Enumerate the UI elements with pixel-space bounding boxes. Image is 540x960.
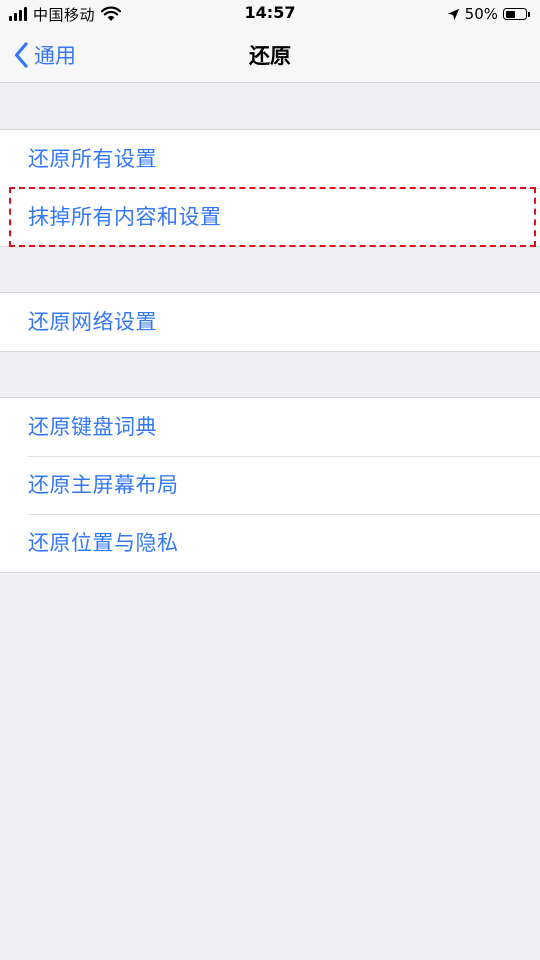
status-bar: 中国移动 14:57 50%	[0, 0, 540, 28]
reset-all-settings-cell[interactable]: 还原所有设置	[0, 130, 540, 188]
page-title: 还原	[249, 44, 291, 68]
screen: 中国移动 14:57 50% 通用 还原 还原所有设置 抹掉所有内容和设置 还原…	[0, 0, 540, 960]
battery-body	[503, 8, 527, 20]
reset-home-screen-layout-cell[interactable]: 还原主屏幕布局	[0, 456, 540, 514]
reset-group-2: 还原网络设置	[0, 292, 540, 352]
reset-network-settings-cell[interactable]: 还原网络设置	[0, 293, 540, 351]
reset-keyboard-dictionary-cell[interactable]: 还原键盘词典	[0, 398, 540, 456]
navigation-bar: 通用 还原	[0, 28, 540, 83]
reset-group-3: 还原键盘词典 还原主屏幕布局 还原位置与隐私	[0, 397, 540, 573]
status-right: 50%	[447, 4, 530, 24]
reset-keyboard-dictionary-label: 还原键盘词典	[28, 415, 157, 439]
reset-network-settings-label: 还原网络设置	[28, 310, 157, 334]
battery-icon	[503, 8, 530, 20]
location-icon	[447, 8, 459, 20]
reset-home-screen-layout-label: 还原主屏幕布局	[28, 473, 179, 497]
battery-percent: 50%	[464, 5, 498, 23]
reset-location-privacy-label: 还原位置与隐私	[28, 531, 179, 555]
battery-fill	[505, 10, 515, 18]
reset-location-privacy-cell[interactable]: 还原位置与隐私	[0, 514, 540, 572]
erase-all-content-label: 抹掉所有内容和设置	[28, 205, 222, 229]
erase-all-content-cell[interactable]: 抹掉所有内容和设置	[0, 188, 540, 246]
reset-group-1: 还原所有设置 抹掉所有内容和设置	[0, 129, 540, 247]
battery-tip	[528, 11, 530, 17]
reset-all-settings-label: 还原所有设置	[28, 147, 157, 171]
